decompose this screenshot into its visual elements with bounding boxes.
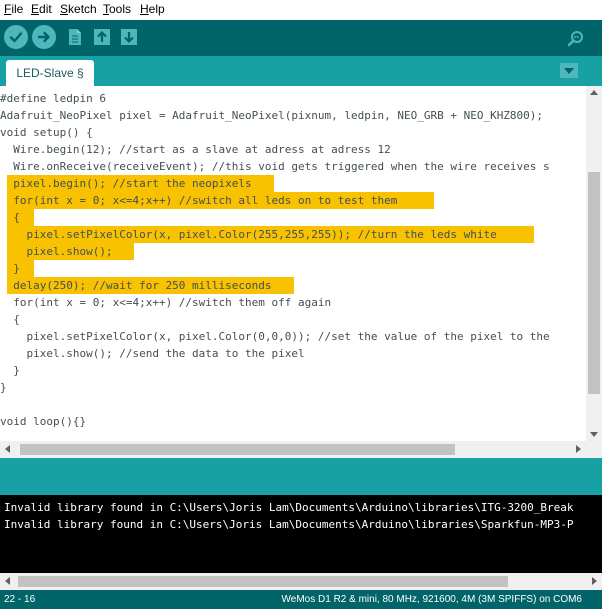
chevron-down-icon xyxy=(564,67,574,74)
editor-horizontal-scrollbar[interactable] xyxy=(0,441,586,458)
scroll-left-icon[interactable] xyxy=(5,445,10,453)
tab-menu-button[interactable] xyxy=(560,63,578,78)
new-button[interactable] xyxy=(64,26,86,48)
scroll-down-icon[interactable] xyxy=(590,432,598,437)
tab-bar: LED-Slave § xyxy=(0,56,602,86)
console-line: Invalid library found in C:\Users\Joris … xyxy=(4,501,574,514)
magnifier-icon xyxy=(567,31,583,47)
editor-vertical-scrollbar[interactable] xyxy=(586,86,602,441)
code-line: Adafruit_NeoPixel pixel = Adafruit_NeoPi… xyxy=(0,109,544,122)
code-line: pixel.begin(); //start the neopixels xyxy=(0,177,252,190)
code-line: void loop(){} xyxy=(0,415,87,428)
cursor-position: 22 - 16 xyxy=(4,594,36,605)
scroll-thumb[interactable] xyxy=(588,172,600,394)
scroll-right-icon[interactable] xyxy=(592,577,597,585)
upload-button[interactable] xyxy=(32,25,56,49)
code-line: pixel.setPixelColor(x, pixel.Color(255,2… xyxy=(0,228,497,241)
code-line: Wire.begin(12); //start as a slave at ad… xyxy=(0,143,391,156)
code-line: void setup() { xyxy=(0,126,93,139)
scroll-left-icon[interactable] xyxy=(5,577,10,585)
menu-bar: File Edit Sketch Tools Help xyxy=(0,0,602,20)
code-line: { xyxy=(0,313,20,326)
menu-sketch[interactable]: Sketch xyxy=(60,2,97,16)
arrow-down-icon xyxy=(121,29,137,45)
check-icon xyxy=(9,32,23,43)
scrollbar-corner xyxy=(586,441,602,458)
code-line: #define ledpin 6 xyxy=(0,92,106,105)
board-info: WeMos D1 R2 & mini, 80 MHz, 921600, 4M (… xyxy=(281,594,582,605)
new-file-icon xyxy=(69,29,81,45)
code-line: } xyxy=(0,381,7,394)
menu-file[interactable]: File xyxy=(4,2,23,16)
scroll-thumb[interactable] xyxy=(18,576,508,587)
scroll-up-icon[interactable] xyxy=(590,90,598,95)
code-line: pixel.show(); xyxy=(0,245,113,258)
console-line: Invalid library found in C:\Users\Joris … xyxy=(4,518,574,531)
menu-help[interactable]: Help xyxy=(140,2,165,16)
code-line: delay(250); //wait for 250 milliseconds xyxy=(0,279,272,292)
scroll-right-icon[interactable] xyxy=(576,445,581,453)
menu-edit[interactable]: Edit xyxy=(31,2,52,16)
tab-led-slave[interactable]: LED-Slave § xyxy=(6,60,94,86)
code-editor[interactable]: #define ledpin 6 Adafruit_NeoPixel pixel… xyxy=(0,86,586,441)
console-horizontal-scrollbar[interactable] xyxy=(0,573,602,590)
arrow-right-icon xyxy=(37,31,50,43)
status-bar: 22 - 16 WeMos D1 R2 & mini, 80 MHz, 9216… xyxy=(0,590,602,609)
code-line: { xyxy=(0,211,20,224)
code-line: } xyxy=(0,364,20,377)
code-line: for(int x = 0; x<=4;x++) //switch them o… xyxy=(0,296,332,309)
save-button[interactable] xyxy=(118,26,140,48)
open-button[interactable] xyxy=(91,26,113,48)
arrow-up-icon xyxy=(94,29,110,45)
scroll-thumb[interactable] xyxy=(20,444,455,455)
console-output[interactable]: Invalid library found in C:\Users\Joris … xyxy=(0,495,602,573)
message-area xyxy=(0,458,602,495)
menu-tools[interactable]: Tools xyxy=(103,2,131,16)
toolbar xyxy=(0,20,602,56)
code-line: pixel.setPixelColor(x, pixel.Color(0,0,0… xyxy=(0,330,550,343)
serial-monitor-button[interactable] xyxy=(564,27,588,49)
code-line: for(int x = 0; x<=4;x++) //switch all le… xyxy=(0,194,398,207)
code-line: pixel.show(); //send the data to the pix… xyxy=(0,347,305,360)
code-line: } xyxy=(0,262,20,275)
code-line: Wire.onReceive(receiveEvent); //this voi… xyxy=(0,160,550,173)
verify-button[interactable] xyxy=(4,25,28,49)
